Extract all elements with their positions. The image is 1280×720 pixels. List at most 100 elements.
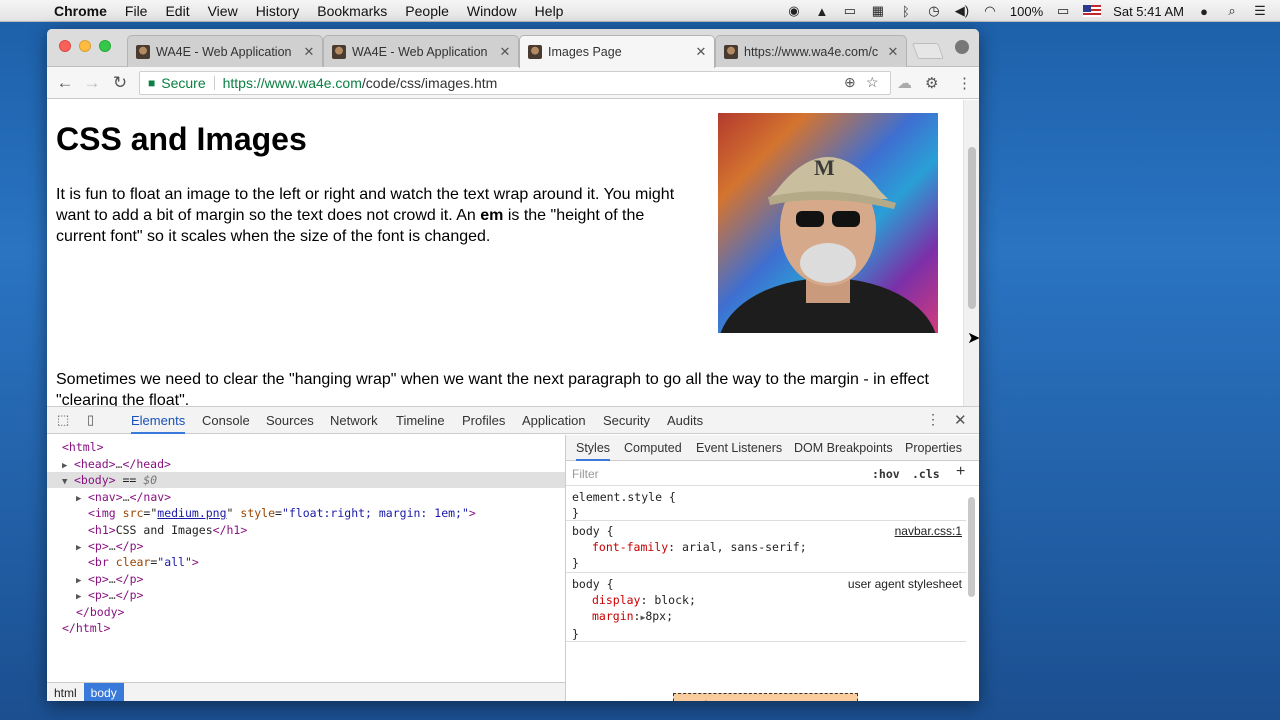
menu-people[interactable]: People: [405, 3, 449, 19]
new-tab-button[interactable]: [912, 43, 944, 59]
inspect-element-icon[interactable]: ⬚: [57, 412, 69, 428]
close-window-button[interactable]: [59, 40, 71, 52]
class-toggle[interactable]: .cls: [912, 467, 940, 481]
devtools-tab-sources[interactable]: Sources: [266, 407, 314, 434]
keyboard-icon[interactable]: ▦: [870, 3, 886, 19]
browser-tab-4[interactable]: https://www.wa4e.com/c ✕: [715, 35, 907, 67]
airplay-icon[interactable]: ▭: [842, 3, 858, 19]
tab-properties[interactable]: Properties: [905, 435, 962, 461]
browser-tab-3-active[interactable]: Images Page ✕: [519, 35, 715, 68]
dom-node-html-close[interactable]: </html>: [47, 620, 565, 636]
expand-triangle-icon[interactable]: ▶: [76, 589, 88, 605]
clock[interactable]: Sat 5:41 AM: [1113, 4, 1184, 19]
user-icon[interactable]: ●: [1196, 4, 1212, 19]
menu-help[interactable]: Help: [535, 3, 564, 19]
menu-window[interactable]: Window: [467, 3, 517, 19]
zoom-icon[interactable]: ⊕: [844, 74, 856, 91]
browser-tab-1[interactable]: WA4E - Web Application ✕: [127, 35, 323, 67]
profile-icon[interactable]: [955, 40, 969, 54]
devtools-panel: ⬚ ▯ Elements Console Sources Network Tim…: [47, 406, 979, 701]
battery-percent[interactable]: 100%: [1010, 4, 1043, 19]
extension-gear-icon[interactable]: ⚙: [925, 74, 938, 92]
menu-edit[interactable]: Edit: [165, 3, 189, 19]
chrome-menu-icon[interactable]: ⋮: [957, 74, 972, 92]
spotlight-icon[interactable]: ⌕: [1224, 3, 1240, 19]
dom-attr-link[interactable]: medium.png: [157, 506, 226, 520]
back-icon[interactable]: ←: [55, 73, 75, 93]
menu-view[interactable]: View: [208, 3, 238, 19]
record-icon[interactable]: ◉: [786, 3, 802, 19]
devtools-tab-application[interactable]: Application: [522, 407, 586, 434]
styles-scrollbar[interactable]: [966, 487, 978, 701]
hover-state-toggle[interactable]: :hov: [872, 467, 900, 481]
dom-node-p[interactable]: ▶ <p>…</p>: [47, 587, 565, 603]
tab-dom-breakpoints[interactable]: DOM Breakpoints: [794, 435, 893, 461]
tab-close-icon[interactable]: ✕: [302, 44, 316, 60]
notification-center-icon[interactable]: ☰: [1252, 3, 1268, 19]
dom-node-body-selected[interactable]: ▼ <body> == $0: [47, 472, 565, 488]
devtools-tab-timeline[interactable]: Timeline: [396, 407, 445, 434]
rule-property[interactable]: display: block;: [572, 592, 960, 608]
us-flag-icon[interactable]: [1083, 5, 1102, 17]
tab-styles[interactable]: Styles: [576, 435, 611, 461]
menu-bookmarks[interactable]: Bookmarks: [317, 3, 387, 19]
minimize-window-button[interactable]: [79, 40, 91, 52]
dom-node-br[interactable]: <br clear="all">: [47, 554, 565, 570]
dom-node-html[interactable]: <html>: [47, 439, 565, 455]
filter-input[interactable]: Filter: [572, 467, 599, 481]
reload-icon[interactable]: ↻: [110, 73, 130, 93]
new-style-rule-icon[interactable]: +: [956, 463, 965, 481]
tab-close-icon[interactable]: ✕: [886, 44, 900, 60]
battery-icon[interactable]: ▭: [1055, 3, 1071, 19]
rule-property[interactable]: font-family: arial, sans-serif;: [572, 539, 960, 555]
devtools-tab-audits[interactable]: Audits: [667, 407, 703, 434]
devtools-tab-console[interactable]: Console: [202, 407, 250, 434]
devtools-tab-network[interactable]: Network: [330, 407, 378, 434]
tab-close-icon[interactable]: ✕: [498, 44, 512, 60]
address-bar[interactable]: ■ Secure https://www.wa4e.com/code/css/i…: [139, 71, 891, 95]
tab-title: Images Page: [548, 45, 622, 59]
devtools-close-icon[interactable]: ✕: [954, 411, 967, 429]
style-rule-body-user-agent[interactable]: body { user agent stylesheet display: bl…: [566, 574, 966, 642]
devtools-tab-security[interactable]: Security: [603, 407, 650, 434]
scrollbar-thumb[interactable]: [968, 147, 976, 309]
devtools-tab-elements[interactable]: Elements: [131, 407, 186, 434]
style-rule-element[interactable]: element.style { }: [566, 487, 966, 521]
box-model-value[interactable]: 8: [762, 700, 768, 701]
dom-node-p[interactable]: ▶ <p>…</p>: [47, 571, 565, 587]
tab-close-icon[interactable]: ✕: [694, 44, 708, 60]
extension-cloud-icon[interactable]: ☁: [897, 74, 912, 92]
devtools-more-icon[interactable]: ⋮: [926, 411, 940, 428]
page-scrollbar[interactable]: [963, 100, 979, 406]
breadcrumb-html[interactable]: html: [47, 683, 84, 702]
dom-node-head[interactable]: ▶ <head>…</head>: [47, 456, 565, 472]
dom-node-h1[interactable]: <h1>CSS and Images</h1>: [47, 522, 565, 538]
dom-node-img[interactable]: <img src="medium.png" style="float:right…: [47, 505, 565, 521]
rule-source-link[interactable]: navbar.css:1: [895, 523, 962, 539]
url-text[interactable]: https://www.wa4e.com/code/css/images.htm: [223, 75, 498, 91]
breadcrumb-body[interactable]: body: [83, 682, 124, 701]
bookmark-star-icon[interactable]: ☆: [866, 74, 879, 91]
volume-icon[interactable]: ◀): [954, 3, 970, 19]
zoom-window-button[interactable]: [99, 40, 111, 52]
menu-chrome[interactable]: Chrome: [54, 3, 107, 19]
device-toolbar-icon[interactable]: ▯: [87, 412, 94, 428]
dom-node-body-close[interactable]: </body>: [47, 604, 565, 620]
browser-tab-2[interactable]: WA4E - Web Application ✕: [323, 35, 519, 67]
dom-node-p[interactable]: ▶ <p>…</p>: [47, 538, 565, 554]
drive-icon[interactable]: ▲: [814, 4, 830, 19]
bluetooth-icon[interactable]: ᛒ: [898, 4, 914, 19]
menu-file[interactable]: File: [125, 3, 148, 19]
wifi-icon[interactable]: ◠: [982, 3, 998, 19]
menu-history[interactable]: History: [256, 3, 300, 19]
rule-property[interactable]: margin:▶8px;: [572, 608, 960, 626]
tab-computed[interactable]: Computed: [624, 435, 682, 461]
dom-node-nav[interactable]: ▶ <nav>…</nav>: [47, 489, 565, 505]
time-machine-icon[interactable]: ◷: [926, 3, 942, 19]
scrollbar-thumb[interactable]: [968, 497, 975, 597]
tab-event-listeners[interactable]: Event Listeners: [696, 435, 782, 461]
style-rule-body-navbar[interactable]: body { navbar.css:1 font-family: arial, …: [566, 521, 966, 573]
forward-icon[interactable]: →: [82, 73, 102, 93]
devtools-tab-profiles[interactable]: Profiles: [462, 407, 505, 434]
collapse-triangle-icon[interactable]: ▼: [62, 474, 74, 490]
